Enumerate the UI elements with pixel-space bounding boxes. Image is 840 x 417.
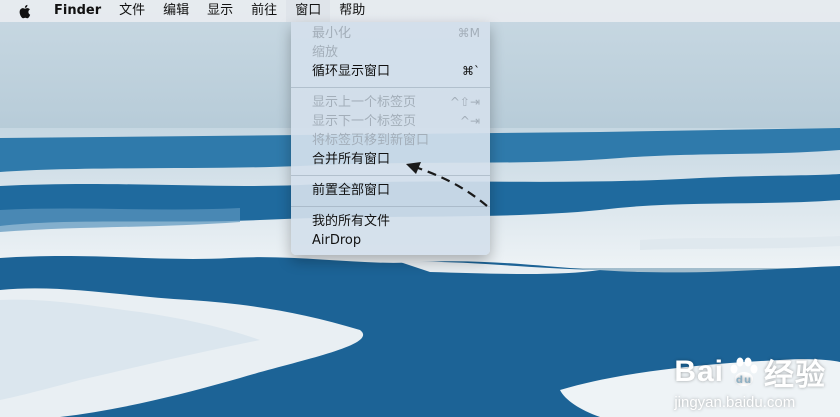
shortcut-label: ⌘` (462, 64, 480, 78)
menu-item-label: 我的所有文件 (312, 214, 391, 229)
menu-edit[interactable]: 编辑 (154, 0, 198, 22)
menu-item-minimize[interactable]: 最小化 ⌘M (291, 24, 490, 43)
menu-item-label: 显示上一个标签页 (312, 95, 417, 110)
menu-finder[interactable]: Finder (45, 0, 110, 22)
menu-separator (291, 206, 490, 207)
menu-item-bring-all-to-front[interactable]: 前置全部窗口 (291, 181, 490, 200)
menu-view[interactable]: 显示 (198, 0, 242, 22)
menu-item-previous-tab[interactable]: 显示上一个标签页 ^⇧⇥ (291, 93, 490, 112)
menu-item-label: 合并所有窗口 (312, 152, 391, 167)
menu-bar: Finder 文件 编辑 显示 前往 窗口 帮助 (0, 0, 840, 22)
watermark-url: jingyan.baidu.com (674, 394, 796, 411)
menu-item-cycle-windows[interactable]: 循环显示窗口 ⌘` (291, 62, 490, 81)
watermark-brand-text: 经验 (764, 359, 826, 392)
shortcut-label: ⌘M (457, 26, 480, 40)
apple-logo-icon (19, 4, 31, 18)
watermark-brand-text: Bai (674, 355, 724, 388)
baidu-jingyan-watermark: Bai du 经验 jingyan.baidu.com (674, 350, 826, 411)
menu-file[interactable]: 文件 (110, 0, 154, 22)
shortcut-label: ^⇧⇥ (449, 95, 480, 109)
menu-go[interactable]: 前往 (242, 0, 286, 22)
menu-item-label: 缩放 (312, 45, 339, 60)
menu-item-all-my-files[interactable]: 我的所有文件 (291, 212, 490, 231)
svg-text:du: du (736, 375, 752, 386)
menu-separator (291, 87, 490, 88)
menu-item-label: 前置全部窗口 (312, 183, 391, 198)
menu-item-label: 循环显示窗口 (312, 64, 391, 79)
menu-item-label: 显示下一个标签页 (312, 114, 417, 129)
paw-logo-icon: du (730, 357, 758, 386)
shortcut-label: ^⇥ (459, 114, 480, 128)
menu-item-merge-all-windows[interactable]: 合并所有窗口 (291, 150, 490, 169)
menu-item-zoom[interactable]: 缩放 (291, 43, 490, 62)
menu-item-next-tab[interactable]: 显示下一个标签页 ^⇥ (291, 112, 490, 131)
menu-item-label: 最小化 (312, 26, 352, 41)
menu-help[interactable]: 帮助 (330, 0, 374, 22)
menu-separator (291, 175, 490, 176)
menu-item-label: AirDrop (312, 233, 362, 248)
menu-item-move-tab-to-new-window[interactable]: 将标签页移到新窗口 (291, 131, 490, 150)
window-menu-dropdown: 最小化 ⌘M 缩放 循环显示窗口 ⌘` 显示上一个标签页 ^⇧⇥ 显示下一个标签… (291, 22, 490, 255)
menu-item-airdrop[interactable]: AirDrop (291, 231, 490, 250)
menu-item-label: 将标签页移到新窗口 (312, 133, 430, 148)
menu-window[interactable]: 窗口 (286, 0, 331, 22)
apple-menu[interactable] (0, 0, 45, 22)
